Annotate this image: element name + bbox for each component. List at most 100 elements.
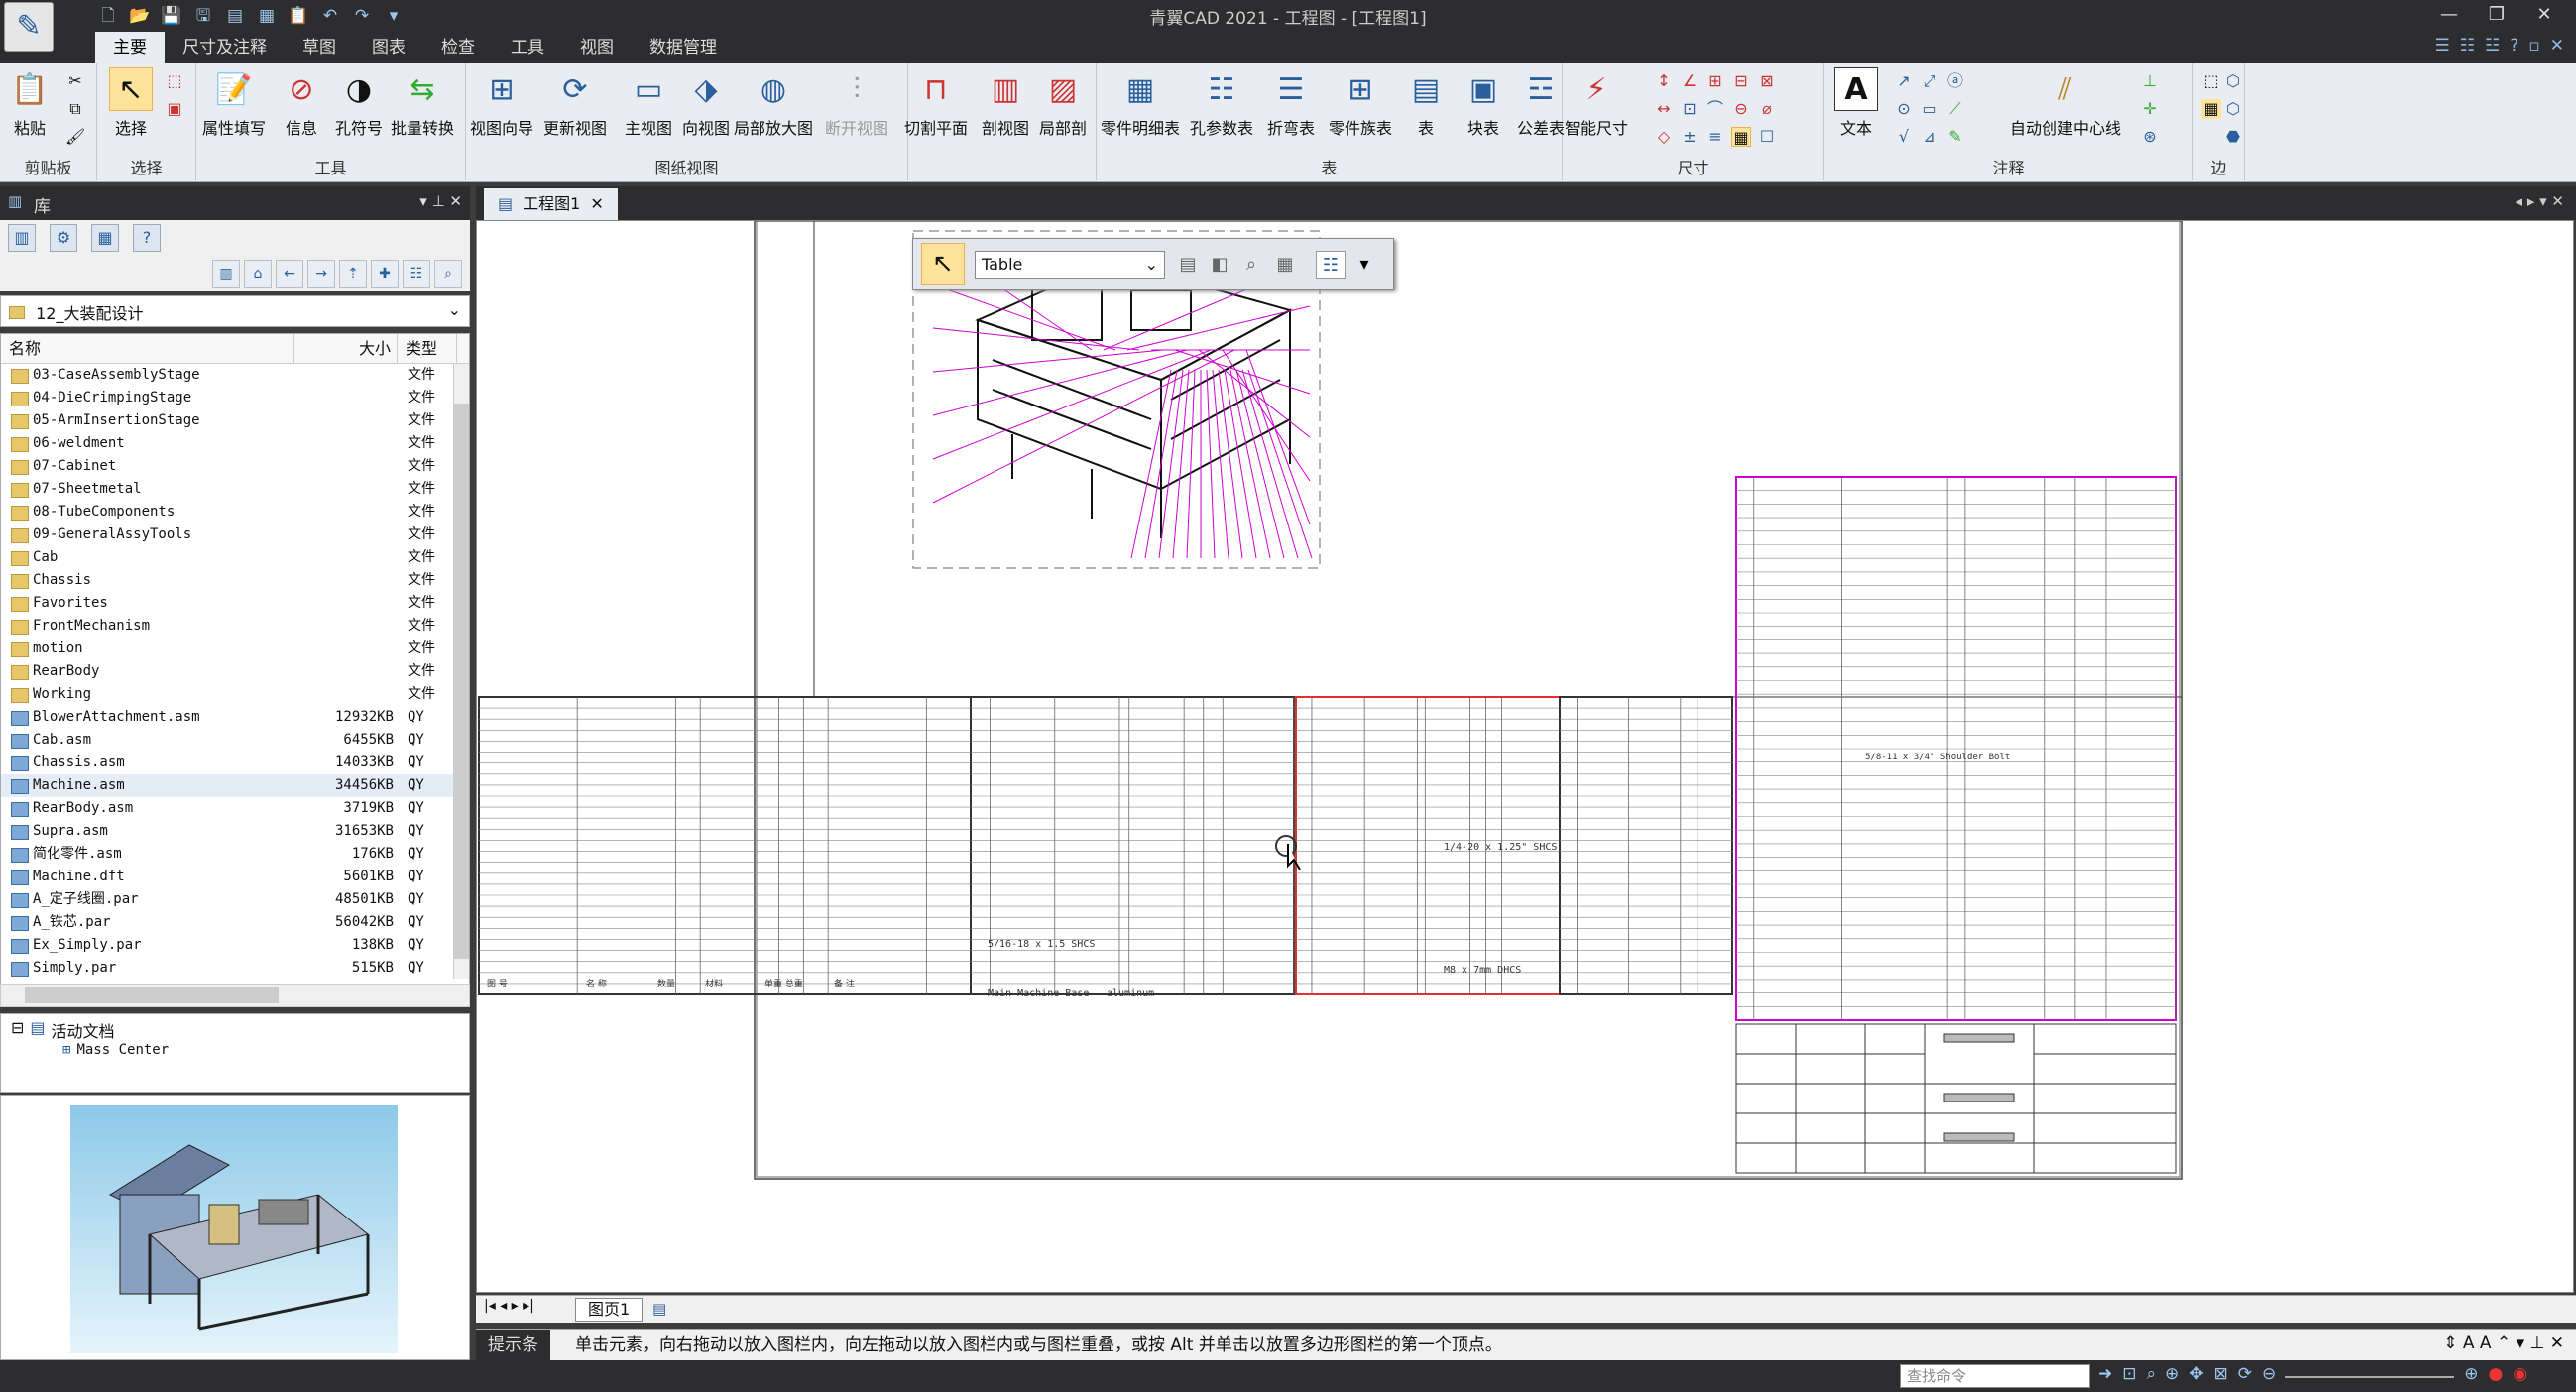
file-row[interactable]: FrontMechanism 文件 [1, 615, 469, 638]
file-row[interactable]: 03-CaseAssemblyStage 文件 [1, 364, 469, 387]
view-wizard-icon[interactable]: ⊞ [480, 67, 524, 111]
zoom-icon[interactable]: ⌕ [2147, 1364, 2157, 1384]
file-row[interactable]: Working 文件 [1, 683, 469, 706]
hole-table-icon[interactable]: ☷ [1200, 67, 1243, 111]
home-icon[interactable]: ⌂ [244, 260, 272, 288]
section-view-button[interactable]: 剖视图 [982, 115, 1029, 139]
browse-icon[interactable]: ▥ [212, 260, 240, 288]
note-icon[interactable]: ✎ [1945, 127, 1965, 147]
block-table-icon[interactable]: ▣ [1462, 67, 1505, 111]
options-dropdown-icon[interactable]: ▾ [1349, 251, 1379, 279]
file-row[interactable]: Chassis.asm 14033KB QY C [1, 752, 469, 793]
dim-chamfer-icon[interactable]: ◇ [1654, 127, 1674, 147]
centerline-icon[interactable]: ✛ [2140, 99, 2160, 119]
zoom-fit-icon[interactable]: ⊕ [2166, 1364, 2179, 1384]
tab-inspect[interactable]: 检查 [423, 32, 493, 63]
help-icon[interactable]: ? [2510, 36, 2518, 56]
update-view-button[interactable]: 更新视图 [543, 115, 607, 139]
tab-chart[interactable]: 图表 [354, 32, 423, 63]
file-row[interactable]: Chassis 文件 [1, 569, 469, 592]
col-type[interactable]: 类型 [398, 334, 457, 363]
fit-icon[interactable]: ⊠ [2214, 1364, 2228, 1384]
file-row[interactable]: Cab 文件 [1, 546, 469, 569]
file-row[interactable]: 04-DieCrimpingStage 文件 [1, 387, 469, 409]
layout-icon[interactable]: ☰ [2434, 36, 2449, 56]
edge-style-icon[interactable]: ▦ [2201, 99, 2221, 119]
horizontal-scrollbar[interactable] [0, 984, 470, 1007]
pan-icon[interactable]: ✥ [2189, 1364, 2203, 1384]
parts-tab-icon[interactable]: ⚙ [50, 224, 77, 252]
tab-tools[interactable]: 工具 [493, 32, 562, 63]
file-row[interactable]: 07-Cabinet 文件 [1, 455, 469, 478]
zoom-area-icon[interactable]: ⊡ [2122, 1364, 2136, 1384]
format-icon[interactable]: 🖌 [65, 127, 85, 147]
view-wizard-button[interactable]: 视图向导 [470, 115, 533, 139]
vertical-scrollbar[interactable] [453, 364, 469, 979]
chevron-down-icon[interactable]: ⌄ [1145, 252, 1158, 278]
auto-centerline-button[interactable]: 自动创建中心线 [2010, 115, 2121, 139]
search-icon[interactable]: ⌕ [434, 260, 462, 288]
select-button[interactable]: 选择 [115, 115, 147, 139]
sheet-nav-icons[interactable]: |◂ ◂ ▸ ▸| [484, 1298, 534, 1314]
drawing-canvas[interactable]: 图 号 名 称 数量 材料 单重 总重 备 注 1/4-20 x 1.25" SHCS M… [476, 220, 2574, 1293]
edge-color-icon[interactable]: ⬡ [2223, 99, 2243, 119]
file-row[interactable]: 08-TubeComponents 文件 [1, 501, 469, 523]
projection-view-button[interactable]: 向视图 [682, 115, 730, 139]
forward-icon[interactable]: → [307, 260, 335, 288]
file-row[interactable]: Machine.asm 34456KB QY C [1, 774, 469, 816]
close-tab-icon[interactable]: ✕ [590, 188, 603, 220]
datum-icon[interactable]: ⊙ [1894, 99, 1914, 119]
dim-dia-icon[interactable]: ⌀ [1757, 99, 1777, 119]
copy-icon[interactable]: ⧉ [65, 99, 85, 119]
edge-icon[interactable]: ⊿ [1920, 127, 1939, 147]
dim-tol-icon[interactable]: ± [1680, 127, 1699, 147]
file-row[interactable]: Machine.dft 5601KB QY C [1, 866, 469, 907]
file-row[interactable]: Cab.asm 6455KB QY C [1, 729, 469, 770]
attr-fill-icon[interactable]: 📝 [212, 67, 256, 111]
tab-main[interactable]: 主要 [95, 32, 165, 63]
file-row[interactable]: 06-weldment 文件 [1, 432, 469, 455]
file-row[interactable]: Ex_Simply.par 138KB QY C [1, 934, 469, 976]
edge-hide-icon[interactable]: ⬡ [2223, 71, 2243, 91]
back-icon[interactable]: ← [276, 260, 303, 288]
command-search-input[interactable]: 查找命令 [1900, 1364, 2090, 1388]
up-folder-icon[interactable]: ⇡ [339, 260, 367, 288]
select-tool-icon[interactable]: ↖ [921, 243, 965, 285]
tab-dimension[interactable]: 尺寸及注释 [165, 32, 285, 63]
layout3-icon[interactable]: ☳ [2485, 36, 2500, 56]
update-view-icon[interactable]: ⟳ [553, 67, 597, 111]
run-icon[interactable]: ➜ [2098, 1364, 2112, 1384]
bolt-hole-icon[interactable]: ⊛ [2140, 127, 2160, 147]
parts-list-icon[interactable]: ▦ [1118, 67, 1162, 111]
close-icon[interactable]: ✕ [2520, 0, 2568, 30]
tab-data[interactable]: 数据管理 [632, 32, 735, 63]
zoom-slider[interactable] [2285, 1376, 2455, 1378]
dim-linear-icon[interactable]: ↕ [1654, 71, 1674, 91]
parts-list-button[interactable]: 零件明细表 [1101, 115, 1180, 139]
panel-controls[interactable]: ▾ ⊥ ✕ [419, 192, 462, 210]
tree-child[interactable]: ⊞ Mass Center [62, 1042, 169, 1058]
library-tab-icon[interactable]: ▥ [8, 224, 36, 252]
auto-centerline-icon[interactable]: ⫽ [2044, 67, 2087, 111]
balloon-icon[interactable]: ⓐ [1945, 71, 1965, 91]
family-table-icon[interactable]: ⊞ [1339, 67, 1382, 111]
family-table-button[interactable]: 零件族表 [1329, 115, 1392, 139]
main-view-icon[interactable]: ▭ [627, 67, 670, 111]
layout2-icon[interactable]: ☷ [2460, 36, 2475, 56]
stop-icon[interactable]: ◉ [2513, 1364, 2527, 1384]
dim-coord-icon[interactable]: ⊡ [1680, 99, 1699, 119]
file-row[interactable]: motion 文件 [1, 638, 469, 660]
select-box-icon[interactable]: ▣ [165, 99, 184, 119]
detail-view-button[interactable]: 局部放大图 [734, 115, 813, 139]
table-style-select[interactable]: Table ⌄ [975, 251, 1165, 279]
new-folder-icon[interactable]: ✚ [371, 260, 399, 288]
chevron-down-icon[interactable]: ⌄ [448, 300, 461, 319]
file-row[interactable]: RearBody.asm 3719KB QY C [1, 797, 469, 839]
hole-symbol-icon[interactable]: ◑ [337, 67, 381, 111]
doc-tab[interactable]: ▤ 工程图1 ✕ [484, 188, 618, 220]
main-view-button[interactable]: 主视图 [625, 115, 672, 139]
dim-arc-icon[interactable]: ⌒ [1705, 99, 1725, 119]
zoom-in-icon[interactable]: ⊕ [2464, 1364, 2478, 1384]
drawing-sheet[interactable]: 图 号 名 称 数量 材料 单重 总重 备 注 1/4-20 x 1.25" SHCS M… [477, 221, 2574, 1293]
bend-table-icon[interactable]: ☰ [1269, 67, 1313, 111]
